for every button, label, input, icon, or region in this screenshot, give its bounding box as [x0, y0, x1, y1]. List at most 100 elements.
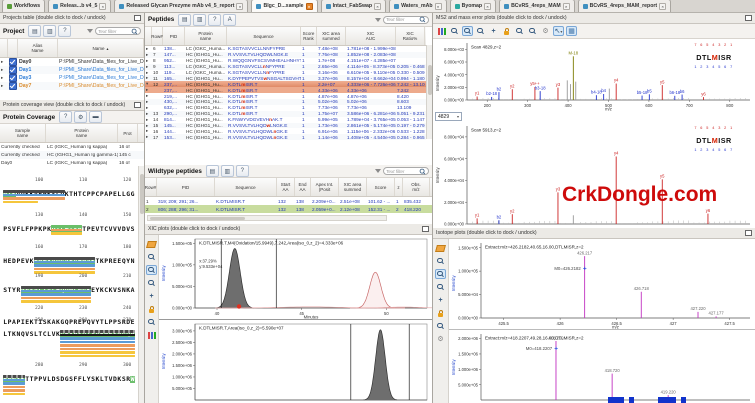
pan-button[interactable]: +	[146, 291, 157, 301]
checkbox[interactable]	[9, 82, 17, 90]
coverage-bar[interactable]	[51, 232, 83, 235]
coverage-options-icon[interactable]: ?	[59, 111, 73, 123]
select-button[interactable]: ↖ ▾	[553, 26, 564, 36]
table-row[interactable]: Currently checked LC (IGKC_Human Ig kappa…	[0, 143, 144, 151]
tab-close-icon[interactable]: ×	[99, 2, 107, 10]
column-header[interactable]: Sample name	[0, 124, 46, 142]
coverage-bar[interactable]	[60, 330, 135, 333]
coverage-bar[interactable]	[60, 340, 135, 343]
chart-button[interactable]	[436, 26, 447, 36]
column-header[interactable]: XIC AUC	[346, 27, 396, 45]
wildtype-text-filter-input[interactable]: Text filter	[383, 167, 429, 175]
expand-icon[interactable]: ▸	[1, 75, 7, 81]
column-header[interactable]: Protein name	[185, 27, 227, 45]
peptides-scrollbar[interactable]	[426, 45, 432, 139]
help-icon[interactable]: ?	[208, 13, 222, 26]
coverage-bar[interactable]	[51, 225, 83, 228]
dock-icon[interactable]	[745, 230, 752, 236]
column-header[interactable]: Alias Name	[18, 39, 58, 57]
column-header[interactable]: Sequence	[215, 178, 277, 196]
zoom-out-button[interactable]	[435, 256, 446, 266]
column-header[interactable]: Prot	[118, 124, 138, 142]
coverage-bar[interactable]	[33, 267, 96, 270]
table-view-icon[interactable]: ▤	[178, 13, 192, 26]
column-header[interactable]: Protein name	[46, 124, 118, 142]
column-header[interactable]: Name ▴	[58, 39, 144, 57]
column-header[interactable]	[8, 39, 18, 57]
table-row[interactable]: ▸ 632,... HC (IGHG1_Hu... K.DTLmISR.T 1 7.73e…	[145, 105, 426, 111]
wildtype-hscrollbar[interactable]	[147, 215, 387, 221]
dock-icon[interactable]	[422, 226, 429, 232]
isotope-plot-wildtype[interactable]: 5.000e+05 1.000e+06 1.500e+06 2.000e+06 418.…	[449, 329, 755, 403]
grid-view-icon[interactable]: ▥	[43, 25, 57, 37]
project-text-filter-input[interactable]: Text filter	[95, 27, 141, 35]
tag-button[interactable]	[435, 243, 446, 253]
coverage-bar[interactable]	[60, 354, 135, 357]
lock-button[interactable]	[435, 308, 446, 318]
tab-6[interactable]: Waters_mAb ×	[389, 0, 447, 12]
grid-view-icon[interactable]: ▥	[220, 165, 234, 177]
checkbox[interactable]	[9, 58, 17, 66]
filter-funnel-icon[interactable]	[375, 17, 381, 22]
table-row[interactable]: Currently checked HC (IGHG1_Human Ig gamm…	[0, 151, 144, 159]
xic-plot-wildtype[interactable]: 5.000e+05 1.000e+06 1.500e+06 2.000e+06 2.50…	[159, 319, 432, 403]
checkbox[interactable]	[9, 74, 17, 82]
table-row[interactable]: ▸ 6 138... LC (IGKC_Huma... K.SGTASVVCLLNNFY…	[145, 46, 426, 52]
table-row[interactable]: ▸ 16 144... HC (IGHG1_Hu... R.VVSVLTVLHQDWLn…	[145, 128, 426, 135]
table-row[interactable]: ▸ 10 119... LC (IGKC_Huma... K.SGTASVVCLLNnF…	[145, 70, 426, 76]
coverage-bar[interactable]	[60, 351, 135, 354]
grid-button[interactable]: ▦	[566, 26, 577, 36]
lock-button[interactable]	[146, 304, 157, 314]
coverage-bar[interactable]	[33, 260, 96, 263]
sort-icon[interactable]: ▴	[107, 46, 109, 51]
zoom-sel-button[interactable]	[435, 282, 446, 292]
table-row[interactable]: ▸ 9 113... LC (IGKC_Huma... K.SGTASVVCLLnNFY…	[145, 64, 426, 70]
column-header[interactable]: XIC Ratio%	[396, 27, 425, 45]
coverage-bar[interactable]	[3, 382, 25, 385]
table-row[interactable]: 2 806; 288; 296; 31... K.DTLMISR.T 132 138 2.…	[145, 205, 432, 213]
tab-close-icon[interactable]: ×	[484, 2, 492, 10]
pan-button[interactable]: +	[488, 26, 499, 36]
scan-selector-dropdown[interactable]: 4829 ▾	[435, 112, 462, 121]
peptides-text-filter-input[interactable]: Text filter	[383, 15, 429, 24]
tab-close-icon[interactable]: ×	[374, 2, 382, 10]
table-row[interactable]: ▸ 219,... HC (IGHG1_Hu... K.DTLmISR.T 1 4.87e…	[145, 93, 426, 100]
expand-icon[interactable]: ▸	[1, 67, 7, 73]
isotope-plot-oxidized[interactable]: 0.000e+00 5.000e+04 1.000e+05 1.500e+05 425.…	[449, 239, 755, 330]
table-row[interactable]: ▸ 8 952... HC (IGHG1_Hu... R.WQQGNVFSCSVMHEA…	[145, 58, 426, 64]
pan-button[interactable]: +	[435, 295, 446, 305]
zoom-in-button[interactable]	[462, 26, 473, 36]
column-header[interactable]: Score	[367, 178, 395, 196]
table-row[interactable]: ▸Day1P:\PMI_Share\Data_files_for_Live_De…	[0, 66, 144, 74]
table-row[interactable]: ▸ 13 290,... HC (IGHG1_Hu... K.DTLmISR.T 1 1.7…	[145, 111, 426, 117]
tab-9[interactable]: BCvRS_4reps_MAM_report ×	[577, 0, 672, 12]
zoom-in-button[interactable]	[435, 269, 446, 279]
settings-button[interactable]: ⚙	[540, 26, 551, 36]
column-header[interactable]: z	[395, 178, 403, 196]
coverage-bar[interactable]	[20, 293, 91, 296]
column-header[interactable]: Start AA	[277, 178, 295, 196]
coverage-bar[interactable]	[60, 337, 135, 340]
zoom-prev-button[interactable]	[475, 26, 486, 36]
table-row[interactable]: ▸ 15 145... HC (IGHG1_Hu... R.VVSVLTVLHQDwLN…	[145, 123, 426, 129]
coverage-bar[interactable]	[3, 375, 25, 378]
coverage-bar[interactable]	[20, 300, 91, 303]
coverage-bar[interactable]	[33, 264, 96, 267]
layout-icon[interactable]: ▬	[89, 111, 103, 123]
grid-view-icon[interactable]: ▥	[193, 13, 207, 26]
checkbox[interactable]	[9, 66, 17, 74]
table-row[interactable]: ▸ 14 814... HC (IGHG1_Hu... K.FNWYVDGVEVHnAK…	[145, 117, 426, 123]
column-header[interactable]: Row#	[151, 27, 163, 45]
coverage-bar[interactable]	[20, 296, 91, 299]
zoom-x-button[interactable]	[435, 321, 446, 331]
coverage-bar[interactable]	[20, 286, 91, 289]
zoom-y-button[interactable]	[527, 26, 538, 36]
zoom-sel-button[interactable]	[146, 278, 157, 288]
dock-icon[interactable]	[745, 15, 752, 21]
settings-button[interactable]: ⚙	[435, 334, 446, 344]
help-icon[interactable]: ?	[235, 165, 249, 177]
coverage-bar[interactable]	[33, 257, 96, 260]
tab-8[interactable]: BCvRS_4reps_MAM ×	[499, 0, 575, 12]
coverage-bar[interactable]	[3, 385, 25, 388]
table-row[interactable]: ▸Day3P:\PMI_Share\Data_files_for_Live_De…	[0, 74, 144, 82]
